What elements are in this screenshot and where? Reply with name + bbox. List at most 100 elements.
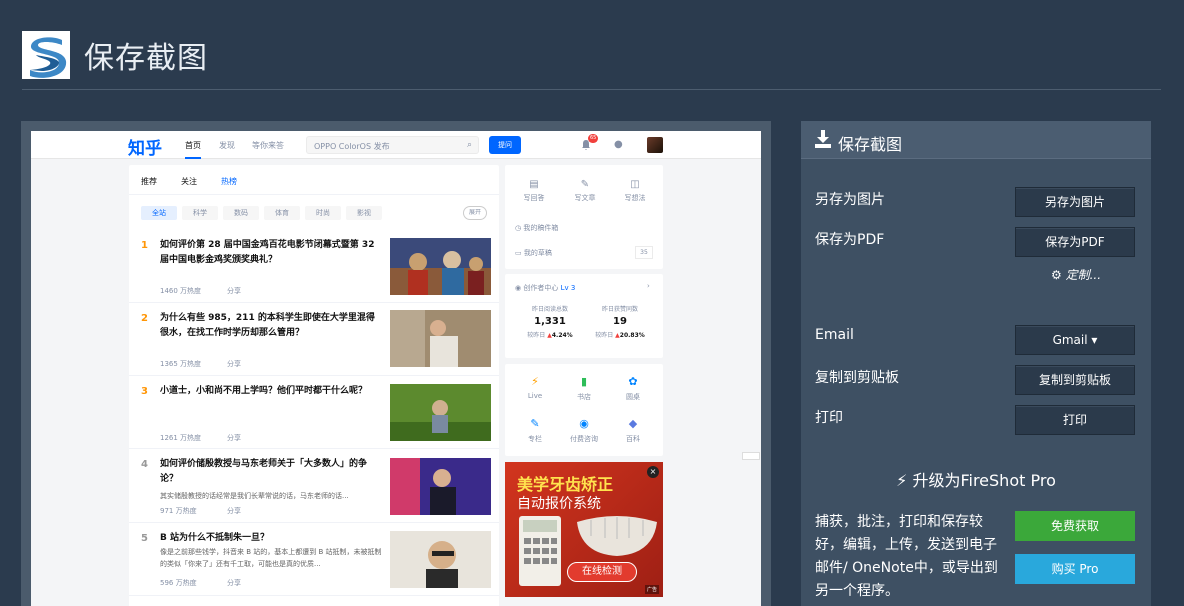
collections-count: 35 (635, 246, 653, 259)
gmail-dropdown-button[interactable]: Gmail ▾ (1015, 325, 1135, 355)
copy-clipboard-button[interactable]: 复制到剪贴板 (1015, 365, 1135, 395)
buy-pro-button[interactable]: 购买 Pro (1015, 554, 1135, 584)
ad-cta-button: 在线检测 (567, 562, 637, 582)
list-item: 4 如何评价储殷教授与马东老师关于「大多数人」的争论？ 其实储殷教授的话经常是我… (129, 450, 499, 523)
heat: 596 万热度 (160, 579, 197, 587)
ad-headline: 美学牙齿矫正 (517, 475, 614, 494)
stat-delta-value: 20.83% (619, 332, 645, 339)
tab-hot: 热榜 (221, 177, 237, 186)
stat-delta: 较昨日 ▲4.24% (527, 332, 573, 339)
collections-label: 我的草稿 (523, 249, 552, 257)
email-label: Email (815, 327, 854, 343)
document-icon: ▤ (529, 179, 539, 190)
nav-discover: 发现 (219, 141, 235, 150)
nav-waiting: 等你来答 (252, 141, 284, 150)
excerpt: 像是之前那些钱学，抖音来 B 站的，基本上都遭到 B 站抵制，未被抵制的类似「你… (160, 548, 382, 568)
stat-delta-label: 较昨日 (595, 332, 614, 339)
stat-delta-value: 4.24% (551, 332, 573, 339)
list-item: 1 如何评价第 28 届中国金鸡百花电影节闭幕式暨第 32 届中国电影金鸡奖颁奖… (129, 231, 499, 303)
question-title: 小道士，小和尚不用上学吗？他们平时都干什么呢？ (160, 386, 368, 396)
thumbnail-image (390, 531, 491, 588)
download-icon (815, 130, 831, 148)
write-article: ✎ 写文章 (565, 179, 605, 203)
ad-banner: 美学牙齿矫正 自动报价系统 在线检测 × 广告 (505, 462, 663, 597)
save-pdf-button[interactable]: 保存为PDF (1015, 227, 1135, 257)
lightning-icon: ⚡ (531, 375, 539, 388)
tool-roundtable: ✿ 圆桌 (613, 375, 653, 402)
gear-icon: ⚙ (1051, 268, 1066, 282)
camera-icon: ◫ (630, 179, 640, 190)
upgrade-description: 捕获，批注，打印和保存较好，编辑，上传，发送到电子邮件/ OneNote中，或导… (815, 514, 998, 599)
header-divider (22, 89, 1161, 90)
tool-label: 圆桌 (626, 393, 640, 401)
panel-title: 保存截图 (838, 135, 903, 154)
stat-delta-label: 较昨日 (527, 332, 546, 339)
upgrade-heading: ⚡ 升级为FireShot Pro (801, 467, 1151, 491)
screenshot-preview-frame: 知乎 首页 发现 等你来答 OPPO ColorOS 发布 ⌕ 提问 65 ● 推… (21, 121, 771, 606)
level-label: Lv 3 (560, 284, 576, 292)
avatar (647, 137, 663, 153)
upgrade-heading-text: 升级为FireShot Pro (912, 471, 1056, 490)
write-idea: ◫ 写想法 (615, 179, 655, 203)
write-idea-label: 写想法 (624, 194, 646, 202)
caret-down-icon: ▾ (1091, 333, 1098, 347)
drafts-label: 我的稿件箱 (523, 224, 559, 232)
message-icon: ● (614, 139, 623, 150)
tools-card: ⚡ Live ▮ 书店 ✿ 圆桌 ✎ 专栏 ◉ 付费咨询 ◆ 百科 (505, 364, 663, 456)
creator-row: ◉ 创作者中心 Lv 3 (515, 283, 575, 293)
write-article-label: 写文章 (574, 194, 596, 202)
tool-bookstore: ▮ 书店 (564, 375, 604, 402)
save-image-label: 另存为图片 (815, 192, 885, 208)
ad-subheadline: 自动报价系统 (517, 496, 601, 512)
share-link: 分享 (227, 434, 241, 442)
question-title: 为什么有些 985，211 的本科学生即使在大学里混得很水，在找工作时学历却那么… (160, 313, 375, 338)
ask-button: 提问 (489, 136, 521, 154)
app-header: 保存截图 (22, 30, 208, 80)
clipboard-label: 复制到剪贴板 (815, 370, 899, 386)
roundtable-icon: ✿ (628, 375, 638, 388)
nav-home: 首页 (185, 140, 201, 159)
chip: 时尚 (305, 206, 341, 220)
hot-feed: 推荐 关注 热榜 全站 科学 数码 体育 时尚 影视 展开 1 如何评价第 28… (129, 165, 499, 606)
notification-badge: 65 (588, 134, 599, 143)
fireshot-logo-icon (22, 31, 70, 79)
rank: 5 (141, 533, 148, 544)
heat: 1261 万热度 (160, 434, 202, 442)
wiki-icon: ◆ (628, 417, 638, 430)
stat-value: 1,331 (534, 316, 566, 327)
lightning-icon: ⚡ (896, 471, 913, 490)
zhihu-logo: 知乎 (128, 139, 162, 159)
write-answer-label: 写回答 (523, 194, 545, 202)
tool-label: 付费咨询 (570, 435, 598, 443)
heat: 1365 万热度 (160, 360, 202, 368)
tool-label: 书店 (577, 393, 591, 401)
write-answer: ▤ 写回答 (514, 179, 554, 203)
tool-wiki: ◆ 百科 (613, 417, 653, 444)
share-link: 分享 (227, 360, 241, 368)
search-icon: ⌕ (466, 140, 472, 150)
heat: 971 万热度 (160, 507, 197, 515)
chip: 体育 (264, 206, 300, 220)
chip: 影视 (346, 206, 382, 220)
chip: 科学 (182, 206, 218, 220)
consult-icon: ◉ (579, 417, 589, 430)
scroll-indicator (742, 452, 760, 460)
get-free-button[interactable]: 免费获取 (1015, 511, 1135, 541)
panel-header: 保存截图 (801, 121, 1151, 159)
print-label: 打印 (815, 410, 843, 426)
save-panel: 保存截图 另存为图片 另存为图片 保存为PDF 保存为PDF ⚙ 定制... E… (801, 121, 1151, 606)
customize-label: 定制... (1065, 268, 1102, 282)
list-item: 3 小道士，小和尚不用上学吗？他们平时都干什么呢？ 1261 万热度 分享 (129, 377, 499, 449)
stat-reads: 昨日阅读总数 1,331 较昨日 ▲4.24% (517, 304, 583, 339)
print-button[interactable]: 打印 (1015, 405, 1135, 435)
save-pdf-label: 保存为PDF (815, 232, 885, 248)
save-image-button[interactable]: 另存为图片 (1015, 187, 1135, 217)
share-link: 分享 (227, 507, 241, 515)
question-title: 如何评价储殷教授与马东老师关于「大多数人」的争论？ (160, 459, 368, 484)
draft-icon: ▭ (515, 249, 524, 257)
stat-label: 昨日获赞同数 (601, 306, 638, 313)
question-title: 如何评价第 28 届中国金鸡百花电影节闭幕式暨第 32 届中国电影金鸡奖颁奖典礼… (160, 240, 375, 265)
thumbnail-image (390, 238, 491, 295)
tool-consult: ◉ 付费咨询 (564, 417, 604, 444)
customize-link[interactable]: ⚙ 定制... (1051, 266, 1101, 283)
